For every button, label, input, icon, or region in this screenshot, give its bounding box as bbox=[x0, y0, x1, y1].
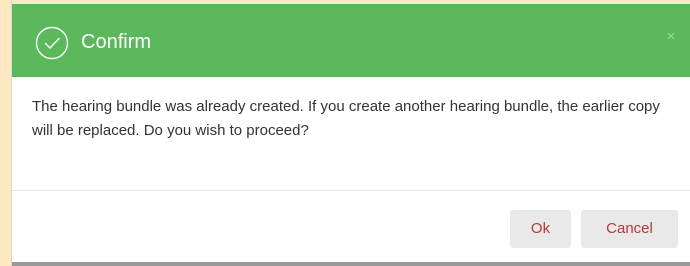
dialog-title: Confirm bbox=[81, 31, 152, 53]
dialog-header: Confirm × bbox=[12, 4, 690, 77]
confirm-dialog: Confirm × The hearing bundle was already… bbox=[11, 0, 690, 266]
footer-divider bbox=[12, 190, 690, 191]
close-icon[interactable]: × bbox=[663, 29, 679, 45]
dialog-message: The hearing bundle was already created. … bbox=[32, 98, 660, 139]
ok-button[interactable]: Ok bbox=[510, 210, 571, 248]
cancel-button[interactable]: Cancel bbox=[581, 210, 678, 248]
dialog-bottom-edge bbox=[12, 262, 690, 266]
check-circle-icon bbox=[35, 26, 69, 60]
